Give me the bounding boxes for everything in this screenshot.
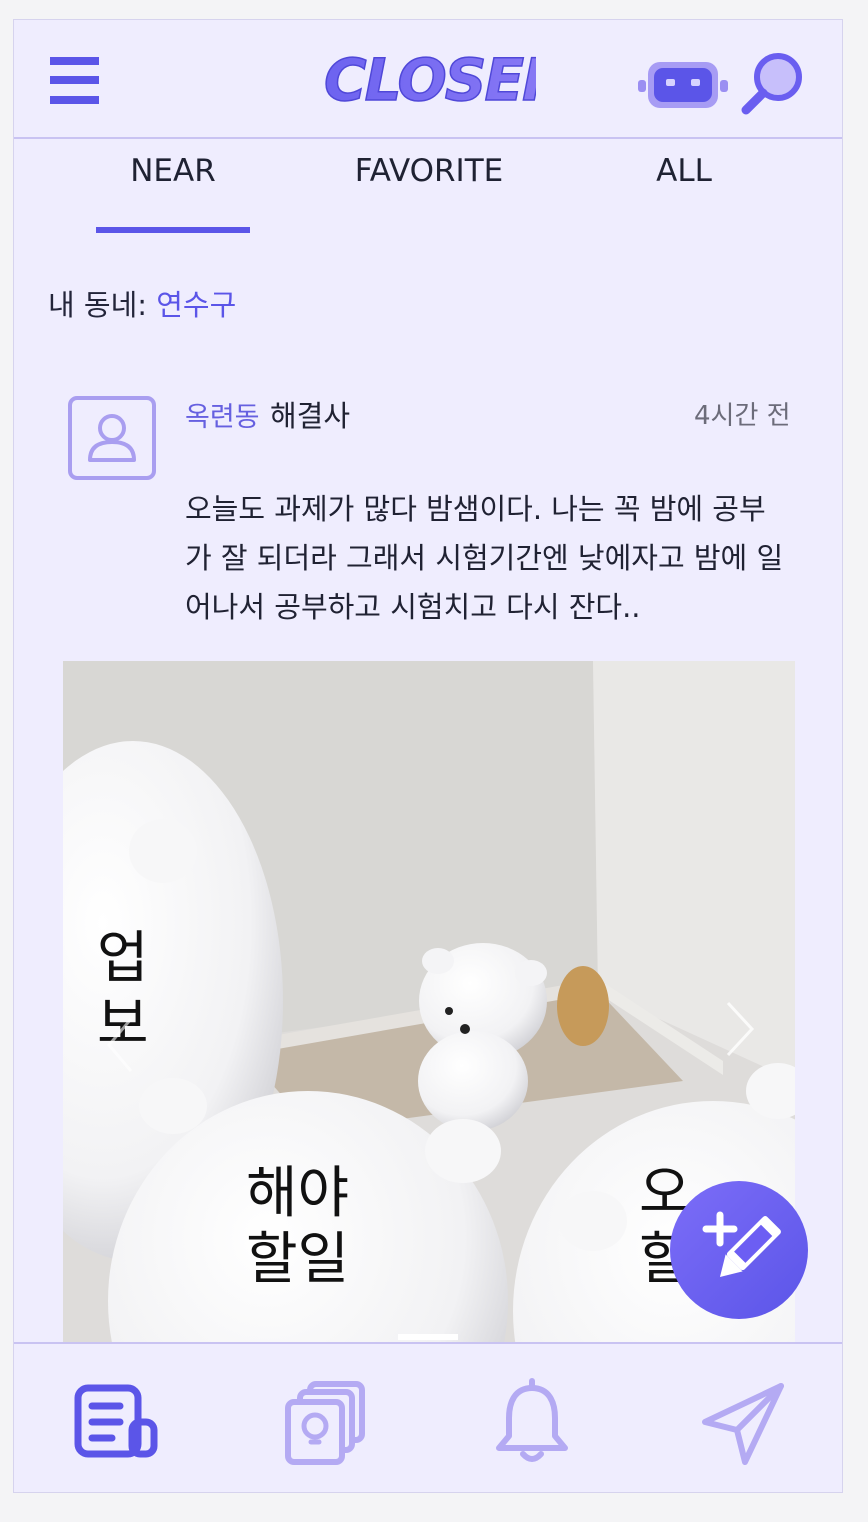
edit-add-icon [702, 1211, 781, 1278]
bottom-navigation [14, 1342, 842, 1492]
neighborhood-selector[interactable]: 내 동네: 연수구 [48, 282, 236, 324]
send-icon[interactable] [699, 1378, 789, 1468]
idea-cards-icon[interactable] [280, 1378, 370, 1468]
post-timestamp: 4시간 전 [694, 401, 791, 431]
post-location: 옥련동 [185, 402, 260, 433]
top-app-bar: CLOSER [14, 20, 842, 139]
tab-all[interactable]: ALL [644, 153, 724, 189]
tab-favorite[interactable]: FAVORITE [329, 153, 529, 189]
neighborhood-label: 내 동네: [48, 288, 148, 322]
chevron-left-icon[interactable] [101, 1013, 141, 1077]
chevron-right-icon[interactable] [720, 997, 760, 1061]
write-post-button[interactable] [670, 1181, 808, 1319]
post-body[interactable]: 오늘도 과제가 많다 밤샘이다. 나는 꼭 밤에 공부가 잘 되더라 그래서 시… [185, 485, 785, 632]
app-screen: CLOSER NEAR FAVORITE ALL 내 동네: 연수구 옥련동 해… [13, 19, 843, 1493]
post-username[interactable]: 해결사 [270, 393, 350, 435]
hamburger-menu-icon[interactable] [50, 57, 100, 105]
neighborhood-value: 연수구 [156, 288, 237, 322]
robot-icon[interactable] [638, 58, 728, 112]
feed-icon[interactable] [72, 1378, 162, 1468]
carousel-indicator [398, 1334, 458, 1340]
active-tab-indicator [96, 227, 250, 233]
image-caption-2: 해야 할일 [246, 1161, 350, 1292]
tab-near[interactable]: NEAR [96, 153, 250, 189]
svg-text:CLOSER: CLOSER [324, 46, 536, 114]
bell-icon[interactable] [487, 1378, 577, 1468]
feed-tabs: NEAR FAVORITE ALL [14, 141, 842, 236]
search-icon[interactable] [740, 50, 806, 116]
user-avatar-icon[interactable] [68, 396, 156, 480]
closer-logo: CLOSER [323, 45, 536, 114]
